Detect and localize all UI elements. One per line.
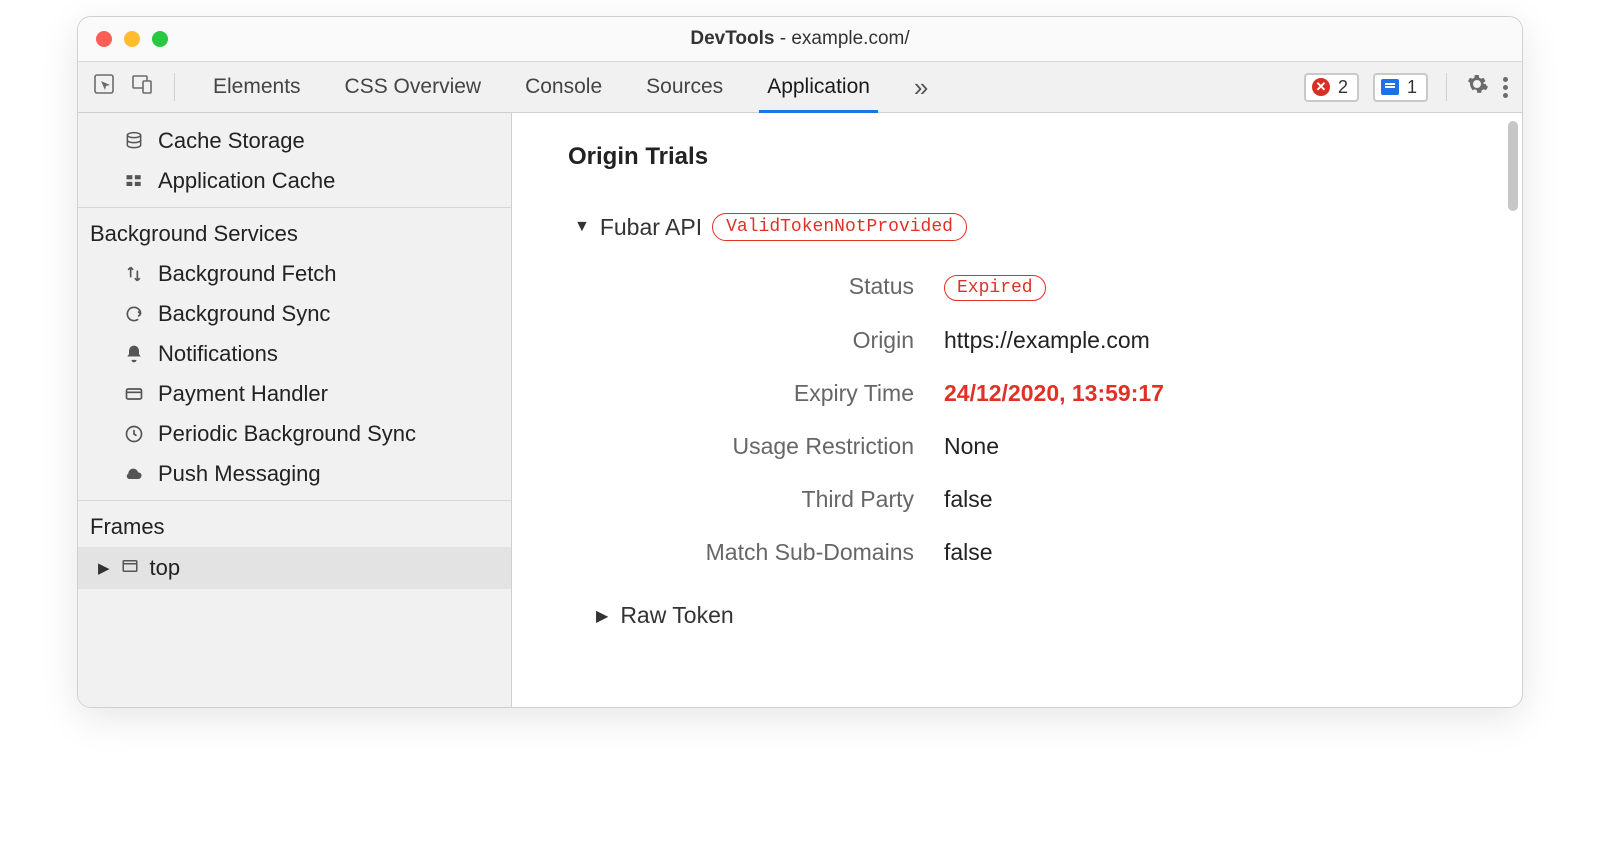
sidebar-item-cache-storage[interactable]: Cache Storage <box>78 121 511 161</box>
tab-elements[interactable]: Elements <box>213 75 301 99</box>
row-value-subdomains: false <box>944 539 1466 566</box>
sidebar-label: Background Sync <box>158 301 330 327</box>
tab-application[interactable]: Application <box>767 75 870 99</box>
sidebar-label: Push Messaging <box>158 461 321 487</box>
device-toolbar-icon[interactable] <box>130 72 154 102</box>
maximize-window-button[interactable] <box>152 31 168 47</box>
frame-icon <box>120 555 140 581</box>
sidebar-label: Application Cache <box>158 168 335 194</box>
expand-arrow-icon[interactable]: ▶ <box>596 606 608 626</box>
window: DevTools - example.com/ Elements CSS Ove… <box>77 16 1523 708</box>
scrollbar[interactable] <box>1508 121 1518 211</box>
frame-name: top <box>150 555 181 581</box>
raw-token-label: Raw Token <box>620 602 733 629</box>
sidebar-heading-frames: Frames <box>78 507 511 547</box>
card-icon <box>122 384 146 404</box>
sidebar-item-frame-top[interactable]: ▶ top <box>78 547 511 589</box>
tab-css-overview[interactable]: CSS Overview <box>345 75 482 99</box>
tabs: Elements CSS Overview Console Sources Ap… <box>199 72 928 103</box>
row-value-expiry: 24/12/2020, 13:59:17 <box>944 380 1466 407</box>
row-value-origin: https://example.com <box>944 327 1466 354</box>
row-value-usage: None <box>944 433 1466 460</box>
toolbar-left <box>92 72 181 102</box>
sidebar-divider <box>78 500 511 501</box>
trial-name: Fubar API <box>600 214 702 241</box>
toolbar-divider <box>1446 73 1447 101</box>
collapse-arrow-icon[interactable]: ▼ <box>574 218 590 236</box>
trial-details: Status Expired Origin https://example.co… <box>614 271 1466 566</box>
trial-header[interactable]: ▼ Fubar API ValidTokenNotProvided <box>574 213 1466 241</box>
sidebar-item-application-cache[interactable]: Application Cache <box>78 161 511 201</box>
clock-icon <box>122 424 146 444</box>
window-title: DevTools - example.com/ <box>78 28 1522 50</box>
sidebar-item-periodic-background-sync[interactable]: Periodic Background Sync <box>78 414 511 454</box>
window-controls <box>78 31 168 47</box>
grid-icon <box>122 171 146 191</box>
sidebar-label: Background Fetch <box>158 261 337 287</box>
sidebar-item-payment-handler[interactable]: Payment Handler <box>78 374 511 414</box>
trial-token-status-badge: ValidTokenNotProvided <box>712 213 967 241</box>
panel-title: Origin Trials <box>568 143 1466 171</box>
errors-count: 2 <box>1338 77 1348 98</box>
main-panel: Origin Trials ▼ Fubar API ValidTokenNotP… <box>512 113 1522 707</box>
tab-sources[interactable]: Sources <box>646 75 723 99</box>
settings-icon[interactable] <box>1465 72 1489 102</box>
title-sep: - <box>780 28 792 49</box>
toolbar: Elements CSS Overview Console Sources Ap… <box>78 61 1522 113</box>
row-value-third-party: false <box>944 486 1466 513</box>
sidebar-item-background-sync[interactable]: Background Sync <box>78 294 511 334</box>
row-label-subdomains: Match Sub-Domains <box>614 539 914 566</box>
minimize-window-button[interactable] <box>124 31 140 47</box>
sidebar-label: Notifications <box>158 341 278 367</box>
close-window-button[interactable] <box>96 31 112 47</box>
messages-count: 1 <box>1407 77 1417 98</box>
titlebar: DevTools - example.com/ <box>78 17 1522 61</box>
database-icon <box>122 131 146 151</box>
sidebar-label: Cache Storage <box>158 128 305 154</box>
sidebar-divider <box>78 207 511 208</box>
status-badge: Expired <box>944 275 1046 301</box>
row-label-third-party: Third Party <box>614 486 914 513</box>
sidebar: Cache Storage Application Cache Backgrou… <box>78 113 512 707</box>
bell-icon <box>122 344 146 364</box>
toolbar-divider <box>174 73 175 101</box>
sidebar-item-background-fetch[interactable]: Background Fetch <box>78 254 511 294</box>
sync-icon <box>122 304 146 324</box>
row-value-status: Expired <box>944 271 1466 301</box>
row-label-usage: Usage Restriction <box>614 433 914 460</box>
messages-counter[interactable]: 1 <box>1373 73 1428 102</box>
body: Cache Storage Application Cache Backgrou… <box>78 113 1522 707</box>
more-menu-icon[interactable] <box>1503 77 1508 98</box>
tabs-overflow-icon[interactable]: » <box>914 72 928 103</box>
inspect-icon[interactable] <box>92 72 116 102</box>
errors-counter[interactable]: ✕ 2 <box>1304 73 1359 102</box>
row-label-origin: Origin <box>614 327 914 354</box>
message-icon <box>1381 79 1399 95</box>
toolbar-right: ✕ 2 1 <box>1304 72 1508 102</box>
expand-arrow-icon[interactable]: ▶ <box>98 559 110 577</box>
sidebar-label: Payment Handler <box>158 381 328 407</box>
updown-arrows-icon <box>122 264 146 284</box>
row-label-expiry: Expiry Time <box>614 380 914 407</box>
title-app: DevTools <box>690 28 774 49</box>
error-icon: ✕ <box>1312 78 1330 96</box>
sidebar-item-push-messaging[interactable]: Push Messaging <box>78 454 511 494</box>
row-label-status: Status <box>614 273 914 300</box>
tab-console[interactable]: Console <box>525 75 602 99</box>
sidebar-heading-background-services: Background Services <box>78 214 511 254</box>
raw-token-row[interactable]: ▶ Raw Token <box>596 602 1466 629</box>
sidebar-item-notifications[interactable]: Notifications <box>78 334 511 374</box>
cloud-icon <box>122 464 146 484</box>
title-page: example.com/ <box>791 28 909 49</box>
sidebar-label: Periodic Background Sync <box>158 421 416 447</box>
